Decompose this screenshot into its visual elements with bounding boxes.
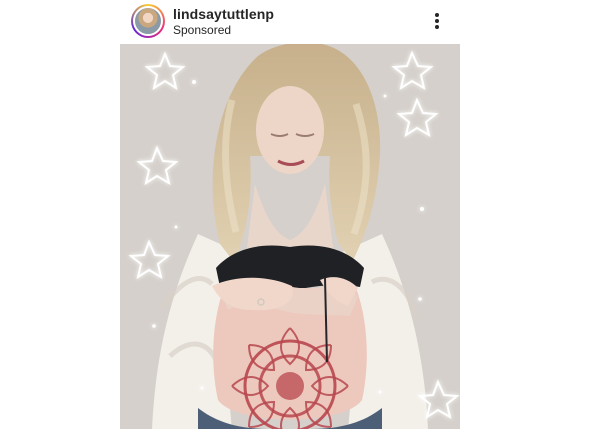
post-photo[interactable] bbox=[120, 44, 460, 429]
instagram-post: lindsaytuttlenp Sponsored bbox=[0, 0, 600, 429]
maternity-photo bbox=[120, 44, 460, 429]
more-dot-icon bbox=[435, 25, 439, 29]
username[interactable]: lindsaytuttlenp bbox=[173, 6, 274, 22]
more-dot-icon bbox=[435, 19, 439, 23]
post-header: lindsaytuttlenp Sponsored bbox=[0, 0, 600, 44]
story-ring[interactable] bbox=[131, 4, 165, 38]
sponsored-label: Sponsored bbox=[173, 23, 232, 37]
avatar[interactable] bbox=[133, 6, 163, 36]
face bbox=[256, 86, 324, 174]
more-dot-icon bbox=[435, 13, 439, 17]
more-options-icon[interactable] bbox=[428, 10, 446, 32]
